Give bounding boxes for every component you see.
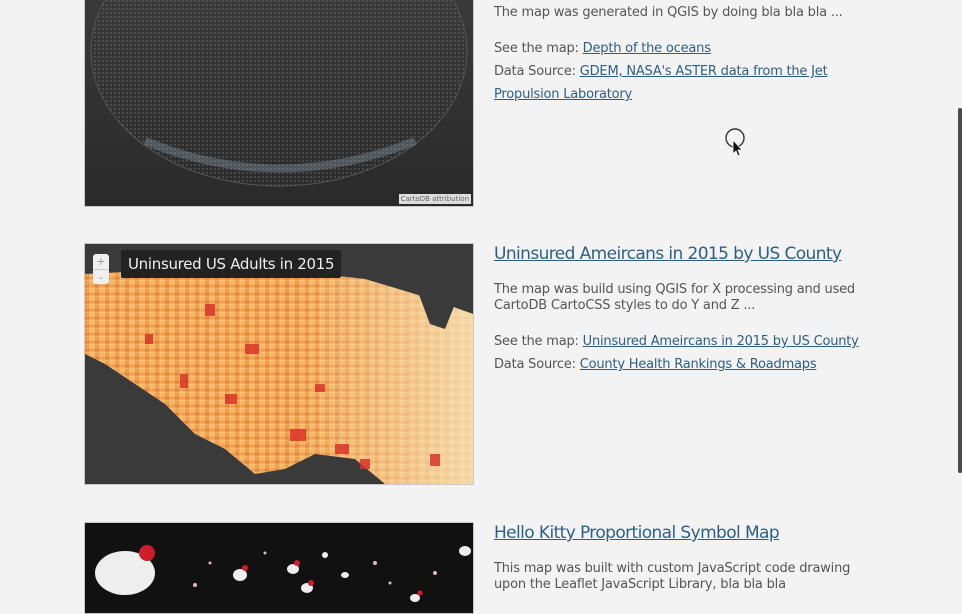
uninsured-map-thumbnail[interactable]: + - Uninsured US Adults in 2015 xyxy=(84,243,474,485)
page-scrollbar-thumb[interactable] xyxy=(958,108,962,473)
uninsured-title-link[interactable]: Uninsured Ameircans in 2015 by US County xyxy=(494,244,874,264)
uninsured-data-source-link[interactable]: County Health Rankings & Roadmaps xyxy=(580,357,817,372)
hellokitty-map-image xyxy=(85,523,473,613)
mouse-cursor-icon xyxy=(724,128,746,162)
oceans-meta: See the map: Depth of the oceans Data So… xyxy=(494,37,874,106)
oceans-see-map-link[interactable]: Depth of the oceans xyxy=(583,41,711,56)
hellokitty-description: This map was built with custom JavaScrip… xyxy=(494,561,851,592)
hellokitty-map-thumbnail[interactable] xyxy=(84,522,474,614)
data-source-prefix: Data Source: xyxy=(494,64,576,79)
see-map-prefix: See the map: xyxy=(494,41,579,56)
uninsured-meta: See the map: Uninsured Ameircans in 2015… xyxy=(494,330,874,376)
hellokitty-title-link[interactable]: Hello Kitty Proportional Symbol Map xyxy=(494,523,874,543)
oceans-see-map: See the map: Depth of the oceans xyxy=(494,37,874,60)
uninsured-info: Uninsured Ameircans in 2015 by US County… xyxy=(494,244,874,376)
uninsured-data-source: Data Source: County Health Rankings & Ro… xyxy=(494,353,874,376)
map-zoom-control: + - xyxy=(93,254,109,284)
data-source-prefix: Data Source: xyxy=(494,357,576,372)
oceans-map-thumbnail[interactable]: CartoDB attribution xyxy=(84,0,474,207)
page-scrollbar-track[interactable] xyxy=(958,0,962,598)
oceans-description: The map was generated in QGIS by doing b… xyxy=(494,5,843,20)
zoom-in-button[interactable]: + xyxy=(93,254,109,269)
zoom-out-button[interactable]: - xyxy=(93,269,109,285)
uninsured-description: The map was build using QGIS for X proce… xyxy=(494,282,855,313)
oceans-info: The map was generated in QGIS by doing b… xyxy=(494,5,874,106)
oceans-data-source: Data Source: GDEM, NASA's ASTER data fro… xyxy=(494,60,874,106)
map-attribution[interactable]: CartoDB attribution xyxy=(398,194,471,204)
uninsured-map-image xyxy=(85,244,473,484)
oceans-map-image xyxy=(85,0,473,206)
map-legend-title: Uninsured US Adults in 2015 xyxy=(121,250,342,278)
hellokitty-info: Hello Kitty Proportional Symbol Map This… xyxy=(494,523,874,609)
see-map-prefix: See the map: xyxy=(494,334,579,349)
uninsured-see-map-link[interactable]: Uninsured Ameircans in 2015 by US County xyxy=(583,334,859,349)
uninsured-see-map: See the map: Uninsured Ameircans in 2015… xyxy=(494,330,874,353)
